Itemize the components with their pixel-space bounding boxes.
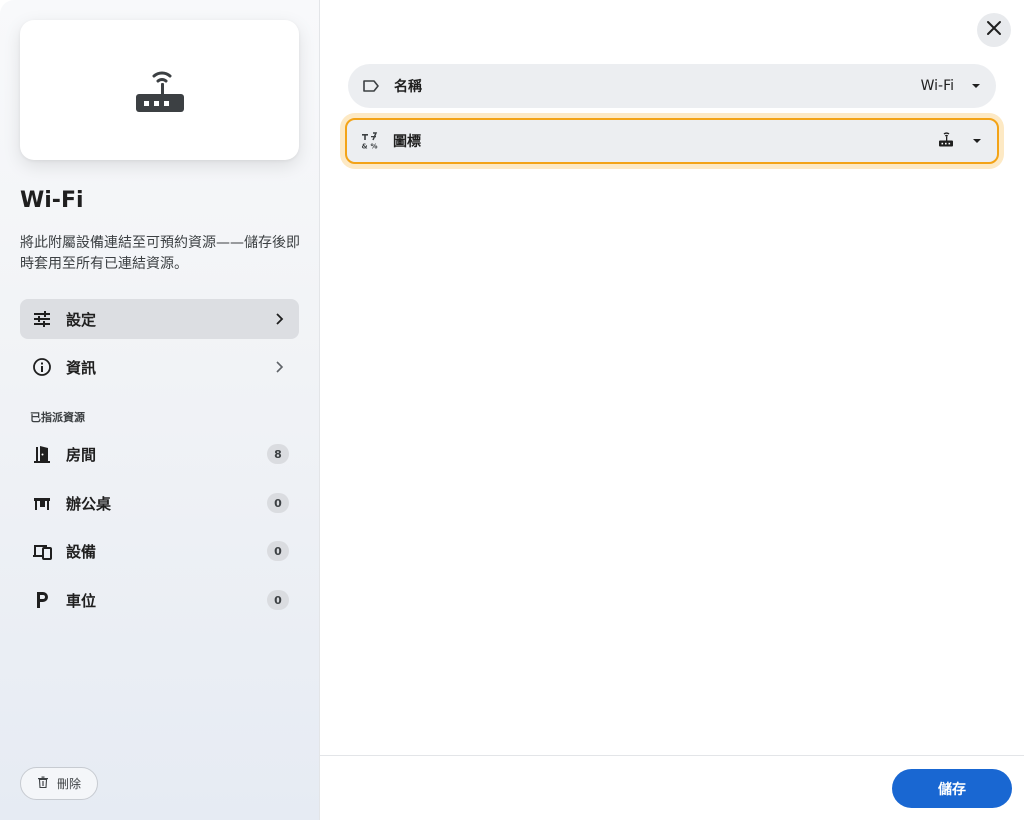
- resource-item-label: 車位: [66, 591, 97, 610]
- chevron-right-icon: [271, 359, 287, 375]
- name-field[interactable]: 名稱 Wi-Fi: [348, 64, 996, 108]
- main-panel: 名稱 Wi-Fi & % 圖標 儲存: [320, 0, 1024, 820]
- resource-item-desks[interactable]: 辦公桌 0: [20, 483, 299, 523]
- count-badge: 0: [267, 493, 289, 513]
- chevron-right-icon: [271, 311, 287, 327]
- close-icon: [986, 20, 1002, 40]
- devices-icon: [32, 541, 52, 561]
- door-icon: [32, 444, 52, 464]
- parking-icon: [32, 590, 52, 610]
- delete-button[interactable]: 刪除: [20, 767, 98, 800]
- dropdown-caret-icon: [970, 80, 982, 92]
- nav-item-info[interactable]: 資訊: [20, 347, 299, 387]
- svg-text:&: &: [362, 143, 368, 151]
- name-field-value: Wi-Fi: [920, 78, 954, 94]
- symbols-icon: & %: [361, 132, 379, 150]
- count-badge: 8: [267, 444, 289, 464]
- icon-field[interactable]: & % 圖標: [345, 118, 999, 164]
- router-icon: [135, 71, 184, 112]
- count-badge: 0: [267, 541, 289, 561]
- nav-item-label: 資訊: [66, 358, 97, 377]
- resource-item-devices[interactable]: 設備 0: [20, 531, 299, 571]
- resource-item-label: 設備: [66, 542, 97, 561]
- trash-icon: [37, 776, 49, 791]
- resource-item-label: 辦公桌: [66, 494, 112, 513]
- count-badge: 0: [267, 590, 289, 610]
- close-button[interactable]: [977, 13, 1011, 47]
- icon-field-label: 圖標: [393, 134, 421, 150]
- resource-item-label: 房間: [66, 445, 97, 464]
- resource-item-rooms[interactable]: 房間 8: [20, 434, 299, 474]
- nav-item-label: 設定: [66, 310, 97, 329]
- delete-button-label: 刪除: [56, 777, 81, 791]
- name-field-label: 名稱: [394, 79, 422, 95]
- resource-item-parking[interactable]: 車位 0: [20, 580, 299, 620]
- desk-icon: [32, 493, 52, 513]
- resource-title: Wi-Fi: [20, 188, 84, 213]
- router-icon: [937, 130, 955, 152]
- assigned-resources-heading: 已指派資源: [30, 411, 85, 424]
- nav-item-settings[interactable]: 設定: [20, 299, 299, 339]
- resource-preview-card: [20, 20, 299, 160]
- resource-description: 將此附屬設備連結至可預約資源——儲存後即時套用至所有已連結資源。: [20, 235, 300, 272]
- info-icon: [32, 357, 52, 377]
- dropdown-caret-icon: [971, 135, 983, 147]
- sidebar: Wi-Fi 將此附屬設備連結至可預約資源——儲存後即時套用至所有已連結資源。 設…: [0, 0, 320, 820]
- svg-text:%: %: [371, 143, 378, 151]
- label-icon: [362, 77, 380, 95]
- save-button[interactable]: 儲存: [892, 769, 1012, 808]
- footer-bar: 儲存: [320, 755, 1024, 820]
- tune-icon: [32, 309, 52, 329]
